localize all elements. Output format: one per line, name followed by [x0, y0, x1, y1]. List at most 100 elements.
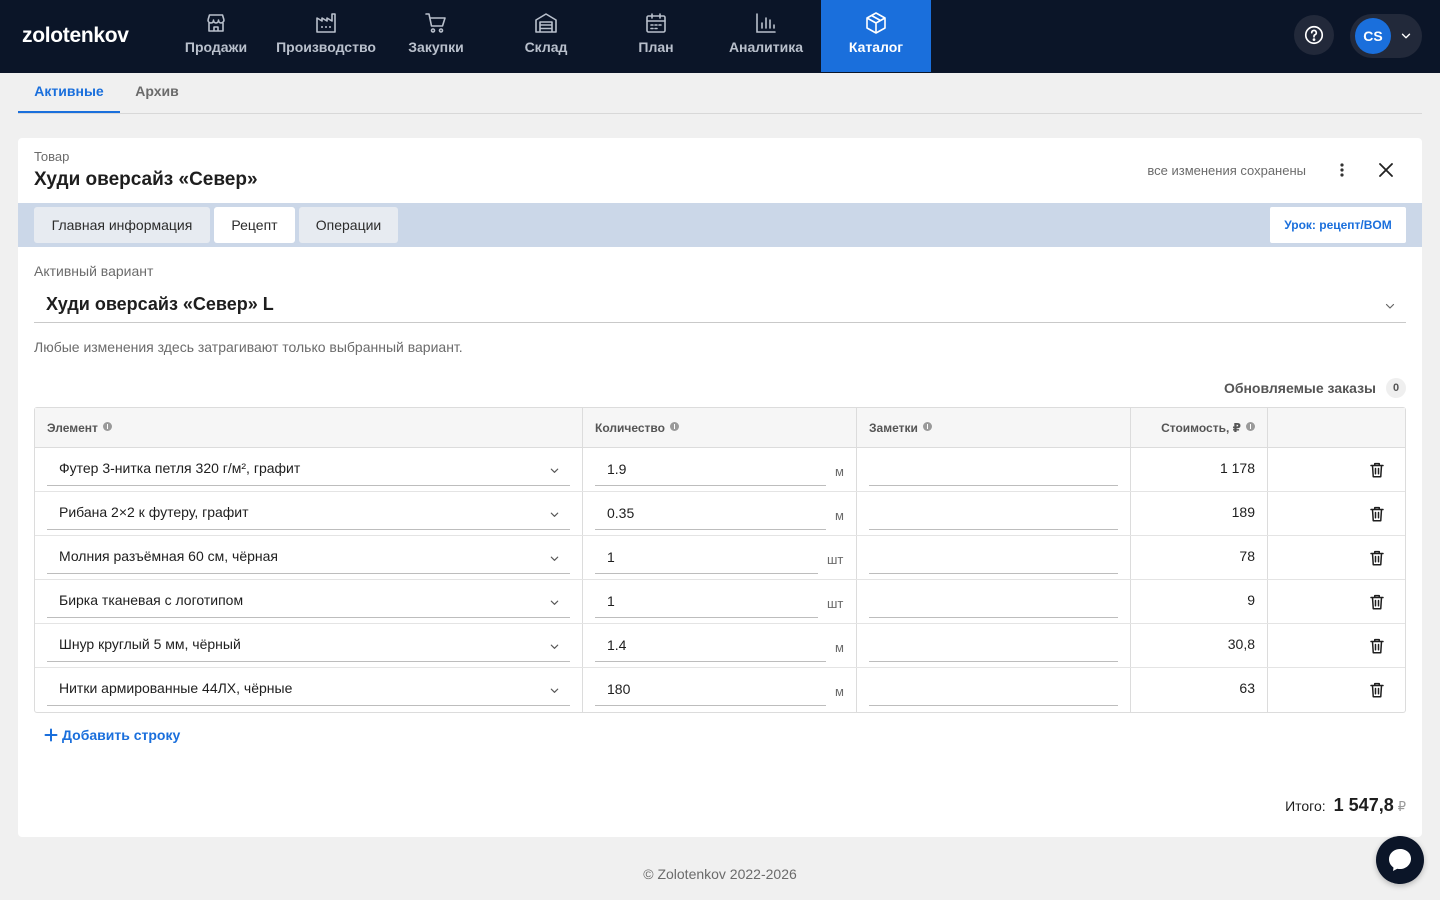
element-name: Шнур круглый 5 мм, чёрный	[59, 636, 241, 652]
chevron-down-icon	[550, 468, 559, 473]
variant-select[interactable]: Худи оверсайз «Север» L	[34, 288, 1406, 323]
cost-value: 78	[1239, 548, 1255, 564]
chevron-down-icon	[550, 512, 559, 517]
element-name: Футер 3-нитка петля 320 г/м², графит	[59, 460, 301, 476]
cost-value: 30,8	[1227, 636, 1255, 652]
plus-icon	[44, 728, 58, 742]
variant-hint: Любые изменения здесь затрагивают только…	[34, 339, 463, 355]
info-icon[interactable]	[669, 422, 679, 431]
chevron-down-icon	[550, 600, 559, 605]
nav-item-sales[interactable]: Продажи	[161, 0, 271, 72]
close-button[interactable]	[1376, 160, 1396, 180]
notes-input[interactable]	[869, 672, 1118, 706]
store-icon	[207, 14, 225, 32]
close-icon	[1379, 163, 1393, 177]
info-icon[interactable]	[922, 422, 932, 431]
nav-item-purchases[interactable]: Закупки	[381, 0, 491, 72]
notes-input[interactable]	[869, 452, 1118, 486]
bar-chart-icon	[756, 13, 776, 33]
help-button[interactable]	[1294, 15, 1334, 55]
header-notes: Заметки	[869, 408, 932, 448]
cart-icon	[425, 13, 446, 33]
chat-button[interactable]	[1376, 836, 1424, 884]
header-quantity: Количество	[595, 408, 679, 448]
quantity-input[interactable]	[595, 496, 826, 530]
lesson-bom-button[interactable]: Урок: рецепт/BOM	[1270, 207, 1406, 243]
updated-orders: Обновляемые заказы 0	[1224, 378, 1406, 398]
quantity-input[interactable]	[595, 452, 826, 486]
nav-label: Каталог	[848, 39, 904, 55]
help-icon	[1304, 25, 1324, 45]
table-body: Футер 3-нитка петля 320 г/м², графит м 1…	[35, 448, 1405, 712]
table-row: Бирка тканевая с логотипом шт 9	[35, 580, 1405, 624]
trash-icon[interactable]	[1368, 549, 1386, 567]
quantity-input[interactable]	[595, 672, 826, 706]
tab-main-info[interactable]: Главная информация	[34, 207, 210, 243]
cost-value: 63	[1239, 680, 1255, 696]
nav-label: Закупки	[408, 39, 464, 55]
user-menu[interactable]: CS	[1350, 14, 1422, 58]
kebab-icon	[1340, 163, 1344, 177]
trash-icon[interactable]	[1368, 505, 1386, 523]
tab-archive[interactable]: Архив	[124, 73, 190, 113]
avatar: CS	[1355, 18, 1391, 54]
unit-label: шт	[827, 596, 844, 611]
app-logo[interactable]: zolotenkov	[22, 24, 129, 48]
element-select[interactable]: Бирка тканевая с логотипом	[47, 584, 570, 618]
trash-icon[interactable]	[1368, 637, 1386, 655]
element-select[interactable]: Нитки армированные 44ЛХ, чёрные	[47, 672, 570, 706]
table-row: Нитки армированные 44ЛХ, чёрные м 63	[35, 668, 1405, 712]
chevron-down-icon	[550, 556, 559, 561]
info-icon[interactable]	[102, 422, 112, 431]
element-select[interactable]: Молния разъёмная 60 см, чёрная	[47, 540, 570, 574]
notes-input[interactable]	[869, 540, 1118, 574]
total: Итого: 1 547,8 ₽	[1285, 795, 1406, 816]
notes-input[interactable]	[869, 496, 1118, 530]
updated-orders-label: Обновляемые заказы	[1223, 380, 1376, 396]
unit-label: шт	[827, 552, 844, 567]
notes-input[interactable]	[869, 584, 1118, 618]
cost-value: 189	[1231, 504, 1255, 520]
total-currency: ₽	[1397, 799, 1406, 814]
tab-recipe[interactable]: Рецепт	[214, 207, 295, 243]
unit-label: м	[835, 464, 844, 479]
unit-label: м	[835, 508, 844, 523]
quantity-input[interactable]	[595, 584, 818, 618]
tab-operations[interactable]: Операции	[299, 207, 398, 243]
page-title: Худи оверсайз «Север»	[34, 169, 258, 190]
nav-item-production[interactable]: Производство	[271, 0, 381, 72]
table-row: Футер 3-нитка петля 320 г/м², графит м 1…	[35, 448, 1405, 492]
element-name: Бирка тканевая с логотипом	[59, 592, 244, 608]
chevron-down-icon	[1401, 33, 1411, 39]
element-select[interactable]: Шнур круглый 5 мм, чёрный	[47, 628, 570, 662]
unit-label: м	[835, 684, 844, 699]
product-tabs: Главная информация Рецепт Операции Урок:…	[18, 203, 1422, 247]
info-icon[interactable]	[1246, 422, 1255, 431]
trash-icon[interactable]	[1368, 461, 1386, 479]
trash-icon[interactable]	[1368, 593, 1386, 611]
cost-value: 1 178	[1219, 460, 1255, 476]
cost-value: 9	[1247, 592, 1255, 608]
quantity-input[interactable]	[595, 540, 818, 574]
element-name: Нитки армированные 44ЛХ, чёрные	[59, 680, 293, 696]
variant-value: Худи оверсайз «Север» L	[46, 294, 274, 314]
element-select[interactable]: Рибана 2×2 к футеру, графит	[47, 496, 570, 530]
more-options-button[interactable]	[1332, 160, 1352, 180]
nav-item-plan[interactable]: План	[601, 0, 711, 72]
notes-input[interactable]	[869, 628, 1118, 662]
nav-item-analytics[interactable]: Аналитика	[711, 0, 821, 72]
header-cost: Стоимость, ₽	[1131, 408, 1255, 448]
save-status: все изменения сохранены	[1147, 163, 1306, 178]
chat-bubble-icon	[1389, 849, 1411, 871]
total-value: 1 547,8	[1333, 795, 1394, 815]
nav-item-warehouse[interactable]: Склад	[491, 0, 601, 72]
trash-icon[interactable]	[1368, 681, 1386, 699]
add-row-button[interactable]: Добавить строку	[44, 727, 180, 743]
top-nav: zolotenkov Продажи Производство Закупки …	[0, 0, 1440, 73]
header-element: Элемент	[47, 408, 112, 448]
nav-item-catalog[interactable]: Каталог	[821, 0, 931, 72]
tab-active[interactable]: Активные	[18, 73, 120, 113]
element-select[interactable]: Футер 3-нитка петля 320 г/м², графит	[47, 452, 570, 486]
element-name: Рибана 2×2 к футеру, графит	[59, 504, 249, 520]
quantity-input[interactable]	[595, 628, 826, 662]
